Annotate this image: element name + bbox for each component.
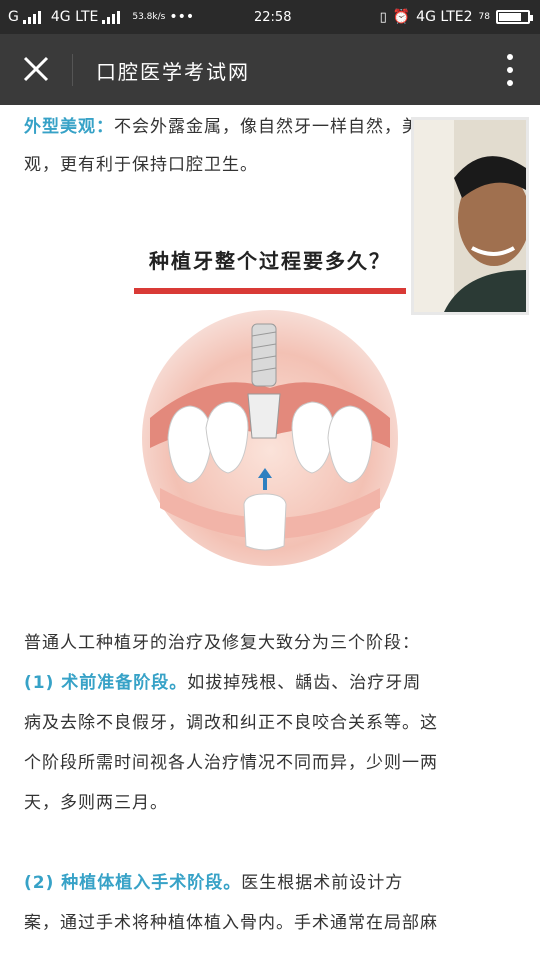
page-title: 口腔医学考试网	[96, 60, 250, 84]
vibrate-icon: ▯	[379, 9, 387, 25]
battery-percent: 78	[478, 12, 490, 22]
more-dot	[507, 67, 513, 73]
section-title: 种植牙整个过程要多久？	[149, 249, 391, 273]
stage1-line1: (1) 术前准备阶段。如拔掉残根、龋齿、治疗牙周	[24, 663, 516, 703]
stage1-line4: 天，多则两三月。	[24, 793, 168, 813]
stage1-line2: 病及去除不良假牙，调改和纠正不良咬合关系等。这	[24, 713, 438, 733]
stage1-label: (1) 术前准备阶段。	[24, 673, 188, 693]
title-divider	[72, 54, 73, 86]
alarm-icon: ⏰	[392, 9, 411, 25]
status-bar: G 4G LTE 53.8k/s ••• 22:58 ▯ ⏰ 4G LTE2 7…	[0, 0, 540, 34]
status-left: G 4G LTE 53.8k/s •••	[8, 0, 194, 34]
signal-icon	[22, 10, 41, 24]
battery-icon	[496, 10, 533, 24]
network-label-2: 4G LTE2	[416, 9, 473, 25]
carrier-label: G	[8, 9, 19, 25]
paragraph-text: 不会外露金属，像自然牙一样自然，美	[114, 117, 420, 137]
stage1-text: 如拔掉残根、龋齿、治疗牙周	[187, 673, 422, 693]
stage2-line1: (2) 种植体植入手术阶段。医生根据术前设计方	[24, 863, 516, 903]
network-label: 4G LTE	[50, 9, 99, 25]
stage2-text: 医生根据术前设计方	[241, 873, 404, 893]
stage2-line2: 案，通过手术将种植体植入骨内。手术通常在局部麻	[24, 913, 438, 933]
clock: 22:58	[254, 9, 292, 25]
more-vertical-icon	[507, 54, 513, 60]
paragraph-label: 外型美观：	[24, 117, 114, 137]
stage2-label: (2) 种植体植入手术阶段。	[24, 873, 242, 893]
close-button[interactable]	[22, 55, 50, 83]
title-bar: 口腔医学考试网	[0, 34, 540, 105]
signal-icon-2	[102, 10, 121, 24]
notification-dots: •••	[169, 9, 195, 25]
stage1-line3: 个阶段所需时间视各人治疗情况不同而异，少则一两	[24, 753, 438, 773]
net-speed: 53.8k/s	[132, 12, 166, 22]
video-call-thumbnail[interactable]	[411, 117, 529, 315]
caller-video	[414, 120, 526, 312]
intro-text: 普通人工种植牙的治疗及修复大致分为三个阶段：	[24, 633, 420, 653]
more-dot	[507, 80, 513, 86]
close-icon	[23, 56, 49, 82]
section-underline	[134, 288, 406, 294]
more-button[interactable]	[506, 54, 514, 86]
implant-illustration	[142, 310, 398, 566]
status-right: ▯ ⏰ 4G LTE2 78	[379, 0, 533, 34]
